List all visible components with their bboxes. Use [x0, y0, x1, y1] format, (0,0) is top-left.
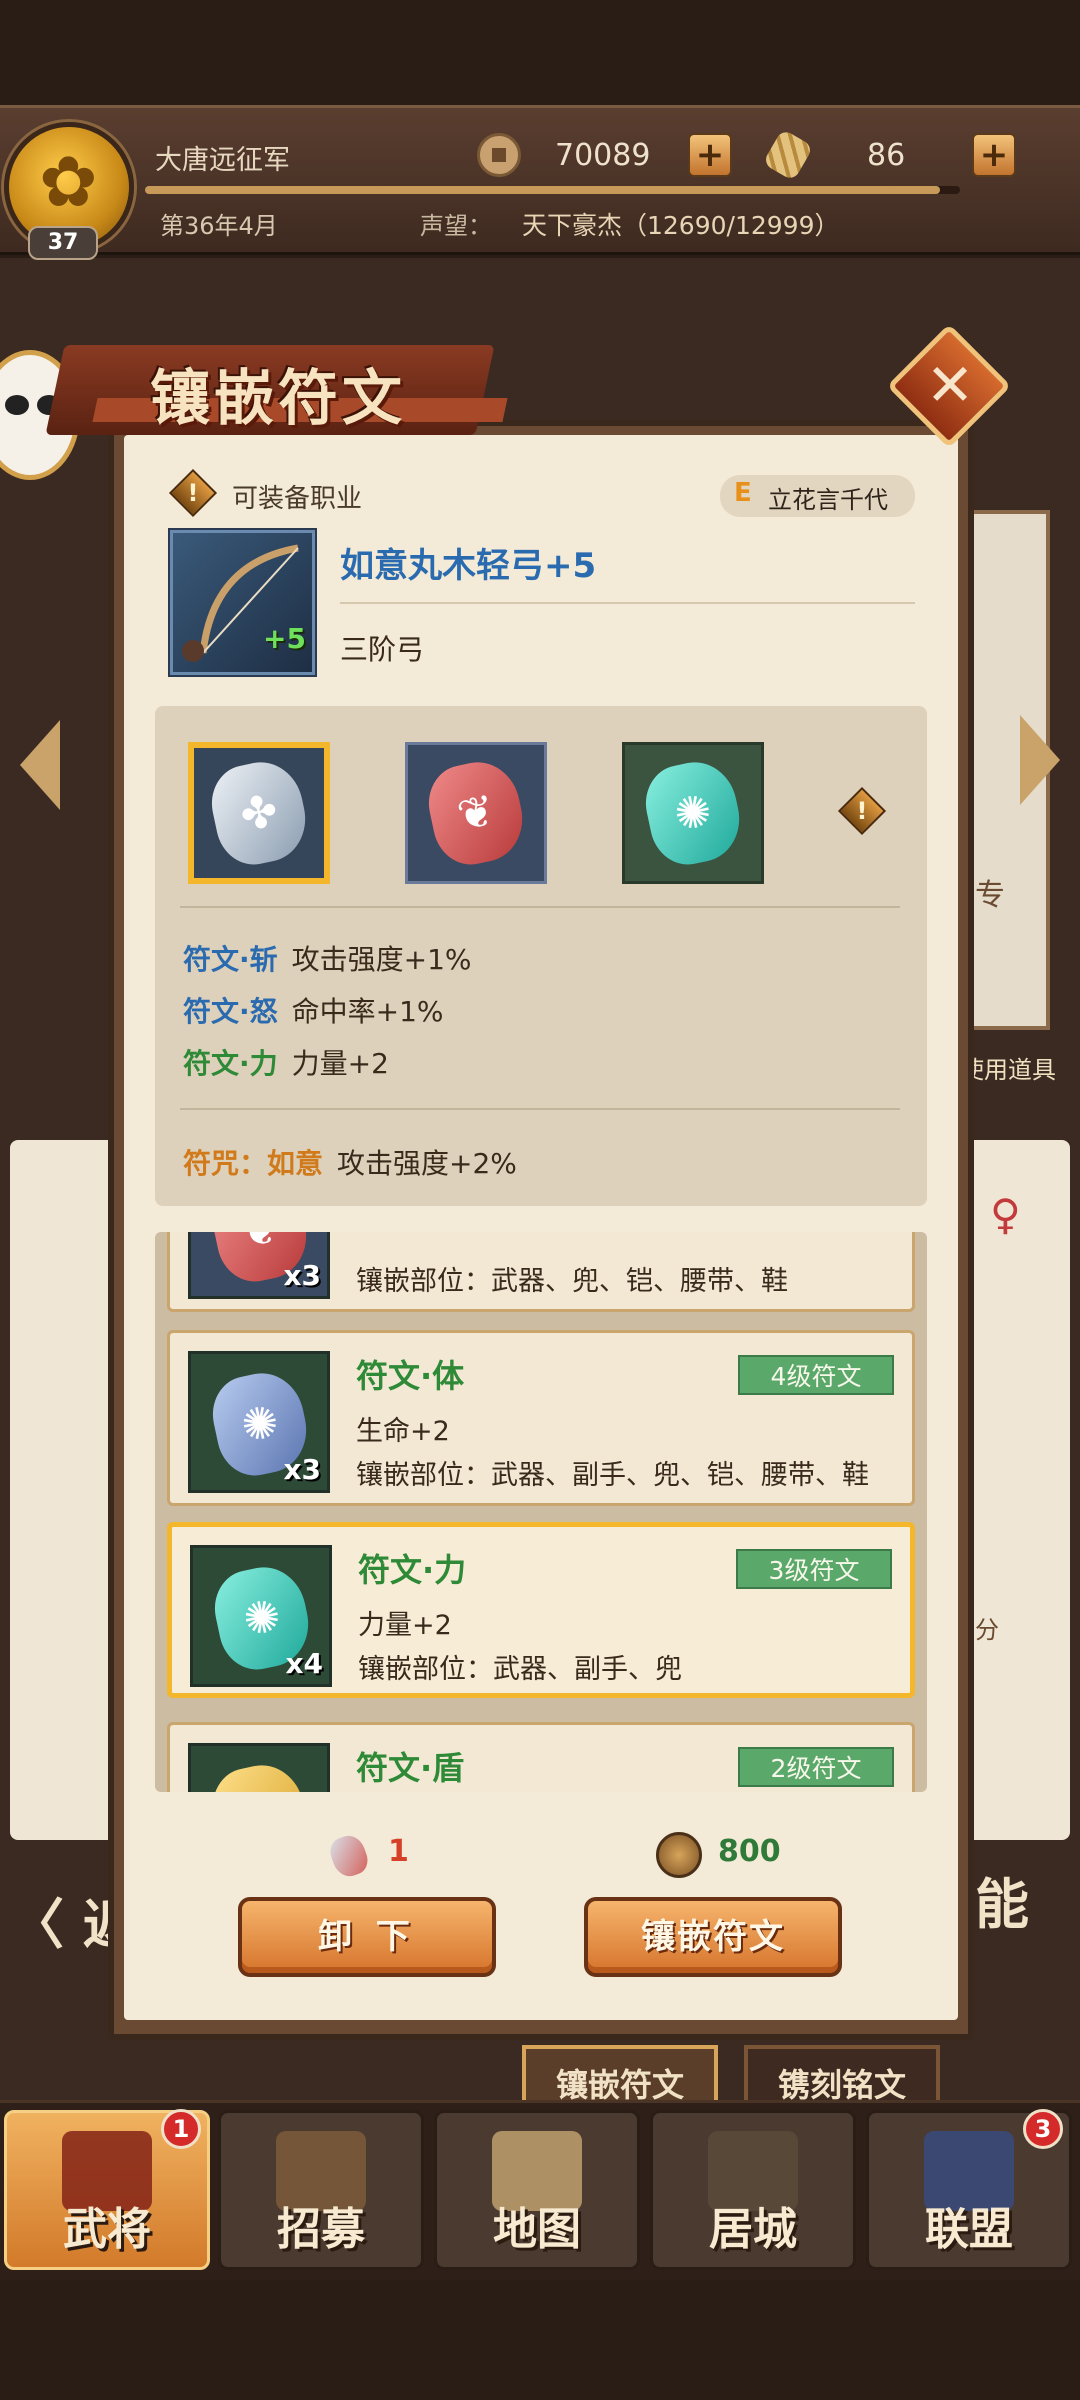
effect-name: 符文·怒	[183, 995, 278, 1028]
unequip-button[interactable]: 卸 下	[238, 1897, 496, 1977]
rune-title: 符文·力	[358, 1551, 467, 1589]
rune-slots: 镶嵌部位：武器、副手、兜、铠、腰带、鞋	[356, 1460, 869, 1491]
item-divider	[340, 602, 915, 604]
coin-cost-amount: 800	[718, 1834, 781, 1869]
background-portion-text: 分	[975, 1616, 999, 1644]
curse-effect-row: 符咒：如意 攻击强度+2%	[183, 1142, 517, 1182]
nav-generals[interactable]: 武将 1	[4, 2109, 210, 2270]
nav-label: 招募	[277, 2204, 365, 2255]
rune-effect: 力量+2	[358, 1610, 452, 1641]
add-coins-button[interactable]: +	[688, 133, 732, 177]
rune-level-badge: 3级符文	[736, 1549, 892, 1589]
rune-title: 符文·盾	[356, 1749, 465, 1787]
red-rune-icon: ❦	[421, 754, 531, 872]
rune-cost-amount: 1	[388, 1834, 409, 1869]
yellow-rune-icon: ✺	[205, 1757, 315, 1792]
rune-card-2[interactable]: ✺ x3 符文·体 4级符文 生命+2 镶嵌部位：武器、副手、兜、铠、腰带、鞋	[167, 1330, 915, 1506]
rune-slots: 镶嵌部位：武器、兜、铠、腰带、鞋	[356, 1266, 788, 1297]
rune-info-icon[interactable]: !	[845, 794, 879, 828]
rune-effect-row: 符文·斩 攻击强度+1%	[183, 938, 472, 978]
rune-socket-2[interactable]: ❦	[405, 742, 547, 884]
rune-slots: 镶嵌部位：武器、副手、兜	[358, 1654, 682, 1685]
rune-count: x4	[285, 1647, 323, 1680]
prev-arrow-icon[interactable]	[20, 720, 60, 810]
rune-count: x3	[283, 1259, 321, 1292]
teal-rune-icon: ✺	[638, 754, 748, 872]
rune-card-3-slot: ✺ x4	[190, 1545, 332, 1687]
modal-title: 镶嵌符文	[150, 364, 406, 434]
item-type: 三阶弓	[340, 633, 425, 666]
prestige-label: 声望：	[420, 212, 492, 240]
rune-effect-row: 符文·怒 命中率+1%	[183, 990, 444, 1030]
rune-card-1-slot: ❦ x3	[188, 1232, 330, 1299]
bow-enhance-level: +5	[263, 622, 306, 655]
owner-name: 立花言千代	[768, 486, 888, 514]
notification-badge: 3	[1023, 2109, 1063, 2149]
owner-grade: E	[734, 478, 752, 508]
rune-count: x3	[283, 1453, 321, 1486]
nav-label: 居城	[709, 2204, 797, 2255]
curse-name: 符咒：如意	[183, 1147, 324, 1180]
coin-cost-icon	[656, 1832, 702, 1878]
nav-recruit[interactable]: 招募	[218, 2110, 424, 2270]
nav-castle[interactable]: 居城	[650, 2110, 856, 2270]
rune-effect: 生命+2	[356, 1416, 450, 1447]
rune-divider	[180, 906, 900, 908]
coin-icon	[477, 133, 521, 177]
rune-effect-row: 符文·力 力量+2	[183, 1042, 389, 1082]
effect-value: 力量+2	[291, 1047, 389, 1080]
equip-class-label: 可装备职业	[232, 484, 363, 514]
add-gems-button[interactable]: +	[972, 133, 1016, 177]
female-icon: ♀	[990, 1190, 1021, 1239]
rune-card-1[interactable]: ❦ x3 镶嵌部位：武器、兜、铠、腰带、鞋	[167, 1232, 915, 1312]
footer-strip	[0, 2280, 1080, 2400]
close-icon[interactable]: ✕	[920, 350, 980, 420]
prestige-progress-bar	[145, 186, 960, 194]
rune-card-4-slot: ✺	[188, 1743, 330, 1792]
gem-amount: 86	[867, 138, 906, 173]
effect-value: 命中率+1%	[291, 995, 444, 1028]
prestige-progress-fill	[145, 186, 941, 194]
white-rune-icon: ✤	[204, 754, 314, 872]
army-name: 大唐远征军	[155, 145, 290, 176]
rune-socket-3[interactable]: ✺	[622, 742, 764, 884]
background-panel-right	[960, 1140, 1070, 1840]
item-name: 如意丸木轻弓+5	[340, 546, 597, 586]
next-arrow-icon[interactable]	[1020, 715, 1060, 805]
rune-card-3-selected[interactable]: ✺ x4 符文·力 3级符文 力量+2 镶嵌部位：武器、副手、兜	[167, 1522, 915, 1698]
rune-card-4[interactable]: ✺ 符文·盾 2级符文	[167, 1722, 915, 1792]
nav-map[interactable]: 地图	[434, 2110, 640, 2270]
coin-amount: 70089	[555, 138, 651, 173]
effect-name: 符文·斩	[183, 943, 278, 976]
rune-title: 符文·体	[356, 1357, 465, 1395]
curse-divider	[180, 1108, 900, 1110]
curse-value: 攻击强度+2%	[337, 1147, 517, 1180]
prestige-value: 天下豪杰（12690/12999）	[522, 211, 840, 240]
nav-label: 武将	[63, 2204, 151, 2255]
effect-value: 攻击强度+1%	[291, 943, 472, 976]
rune-inventory-list[interactable]: ❦ x3 镶嵌部位：武器、兜、铠、腰带、鞋 ✺ x3 符文·体 4级符文 生命+…	[155, 1232, 927, 1792]
nav-label: 联盟	[925, 2204, 1013, 2255]
nav-alliance[interactable]: 联盟 3	[866, 2109, 1072, 2270]
use-item-label[interactable]: 使用道具	[960, 1050, 1056, 1085]
skill-button[interactable]: 能	[975, 1860, 1029, 1939]
rune-level-badge: 2级符文	[738, 1747, 894, 1787]
nav-label: 地图	[493, 2204, 581, 2255]
inlay-rune-button[interactable]: 镶嵌符文	[584, 1897, 842, 1977]
effect-name: 符文·力	[183, 1047, 278, 1080]
background-special-text: 专	[975, 878, 1005, 913]
player-level-badge: 37	[28, 226, 98, 260]
rune-card-2-slot: ✺ x3	[188, 1351, 330, 1493]
rune-socket-1[interactable]: ✤	[188, 742, 330, 884]
exclamation-icon: !	[187, 479, 199, 507]
rune-level-badge: 4级符文	[738, 1355, 894, 1395]
notification-badge: 1	[161, 2109, 201, 2149]
game-date: 第36年4月	[160, 212, 278, 240]
